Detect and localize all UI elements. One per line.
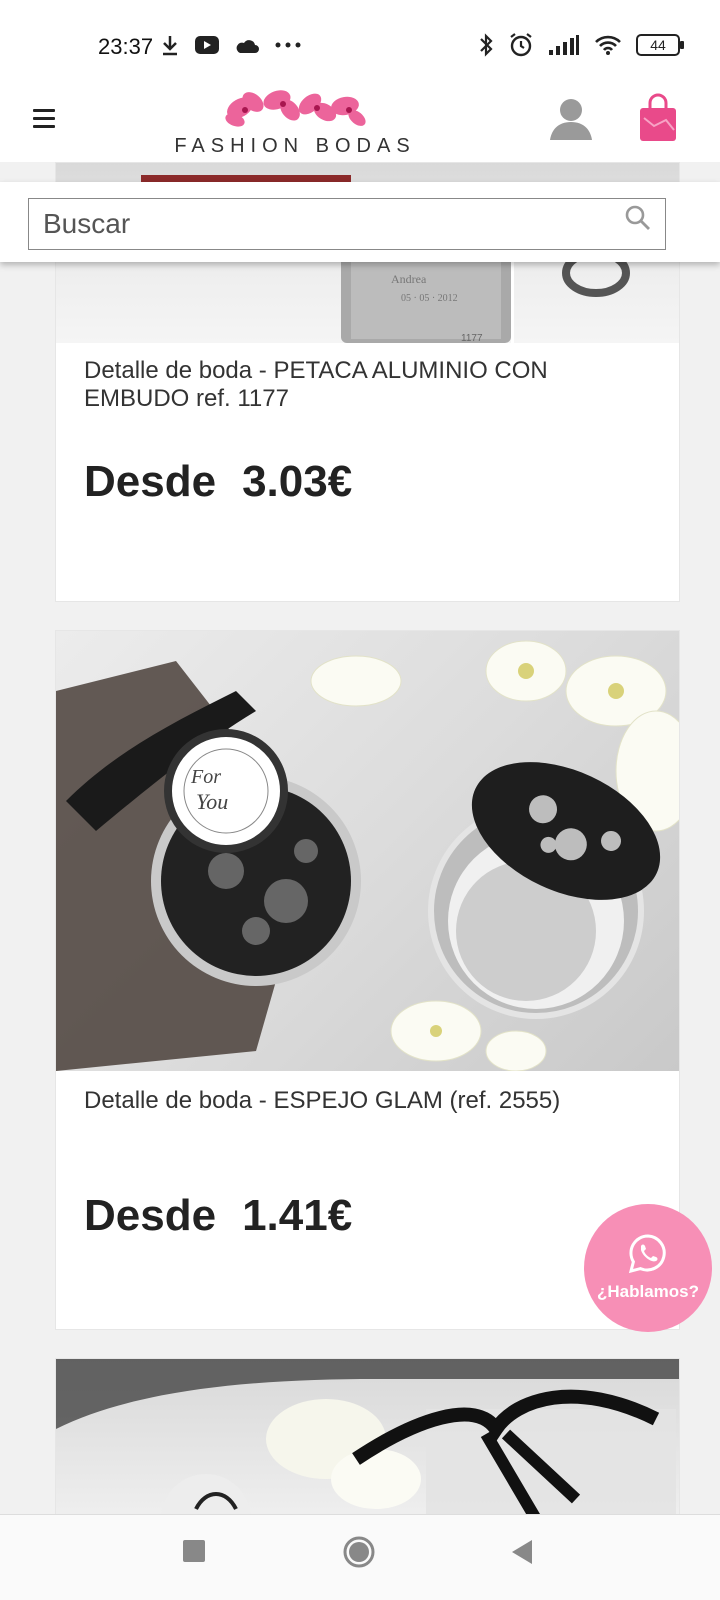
product-title[interactable]: Detalle de boda - ESPEJO GLAM (ref. 2555… bbox=[56, 1071, 679, 1115]
signal-icon bbox=[549, 35, 579, 55]
price-value: 3.03€ bbox=[242, 457, 353, 506]
logo-flowers-icon bbox=[225, 90, 366, 127]
price-prefix: Desde bbox=[84, 457, 217, 506]
site-header: FASHION BODAS bbox=[0, 80, 720, 162]
svg-text:05 · 05 · 2012: 05 · 05 · 2012 bbox=[401, 293, 458, 304]
whatsapp-button[interactable]: ¿Hablamos? bbox=[584, 1204, 712, 1332]
more-icon bbox=[275, 42, 301, 48]
svg-text:Andrea: Andrea bbox=[391, 272, 427, 286]
bluetooth-icon bbox=[480, 33, 493, 57]
logo[interactable]: FASHION BODAS bbox=[170, 80, 420, 160]
alarm-icon bbox=[510, 33, 532, 57]
whatsapp-label: ¿Hablamos? bbox=[596, 1282, 700, 1301]
back-button[interactable] bbox=[510, 1539, 534, 1565]
price-value: 1.41€ bbox=[242, 1191, 353, 1240]
youtube-icon bbox=[195, 36, 219, 54]
product-card[interactable]: For You Detalle de boda - ESPEJO GLAM (r… bbox=[55, 630, 680, 1330]
product-card[interactable] bbox=[55, 1358, 680, 1519]
product-price: Desde 1.41€ bbox=[84, 1191, 352, 1241]
price-prefix: Desde bbox=[84, 1191, 217, 1240]
status-time: 23:37 bbox=[98, 34, 154, 59]
product-image[interactable]: For You bbox=[56, 631, 679, 1071]
mirror-image: For You bbox=[56, 640, 679, 1071]
whatsapp-icon bbox=[628, 1234, 666, 1274]
svg-text:For: For bbox=[190, 766, 221, 788]
battery-icon: 44 bbox=[636, 34, 684, 56]
bookmark-image bbox=[56, 1359, 679, 1519]
cloud-icon bbox=[236, 40, 259, 53]
logo-text: FASHION BODAS bbox=[174, 135, 416, 157]
hamburger-icon[interactable] bbox=[26, 100, 62, 136]
svg-text:You: You bbox=[196, 789, 228, 814]
home-button[interactable] bbox=[342, 1535, 376, 1569]
search-bar bbox=[0, 182, 720, 262]
product-price: Desde 3.03€ bbox=[84, 457, 352, 507]
search-icon[interactable] bbox=[624, 204, 652, 232]
user-icon[interactable] bbox=[546, 94, 596, 144]
product-title[interactable]: Detalle de boda - PETACA ALUMINIO CON EM… bbox=[56, 343, 679, 445]
battery-level: 44 bbox=[650, 37, 666, 53]
system-nav-bar bbox=[0, 1514, 720, 1600]
svg-text:1177: 1177 bbox=[461, 333, 483, 343]
recents-button[interactable] bbox=[182, 1539, 206, 1563]
status-bar: 23:37 44 bbox=[0, 0, 720, 80]
wifi-icon bbox=[595, 35, 621, 55]
download-icon bbox=[163, 36, 177, 56]
search-input[interactable] bbox=[28, 198, 666, 250]
shopping-bag-icon[interactable] bbox=[636, 92, 680, 144]
product-image[interactable] bbox=[56, 1359, 679, 1519]
